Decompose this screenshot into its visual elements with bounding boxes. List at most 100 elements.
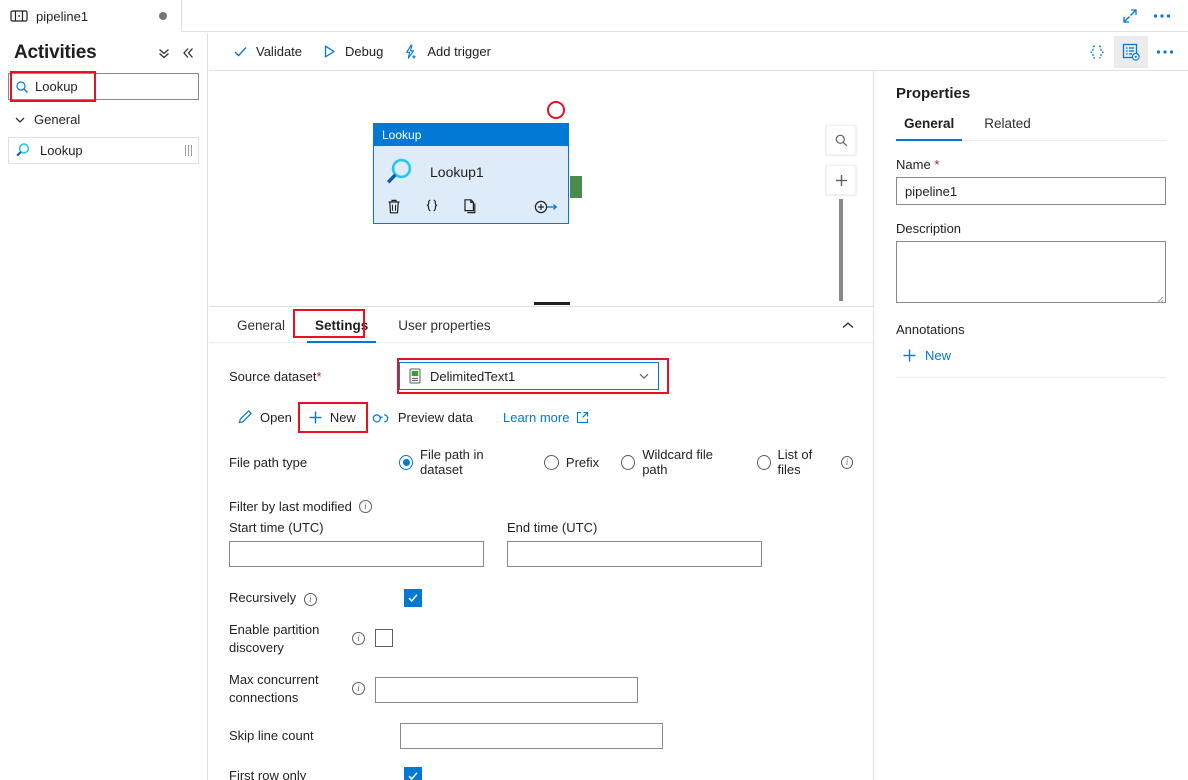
curly-braces-icon[interactable] [424,198,440,215]
max-concurrent-connections-row: Max concurrent connections i [209,671,873,707]
learn-more-link[interactable]: Learn more [495,406,597,429]
tab-general[interactable]: General [229,318,293,342]
radio-file-path-in-dataset[interactable]: File path in dataset [399,447,522,477]
new-dataset-button[interactable]: New [300,406,364,429]
pipeline-description-textarea[interactable] [896,241,1166,303]
recursively-checkbox[interactable] [404,589,422,607]
open-dataset-button[interactable]: Open [229,405,300,429]
preview-data-button[interactable]: Preview data [364,406,481,429]
plus-icon [308,410,323,425]
end-time-input[interactable] [507,541,762,567]
activity-item-lookup[interactable]: Lookup [8,137,199,164]
tab-user-properties[interactable]: User properties [390,318,498,342]
tab-settings[interactable]: Settings [307,318,376,342]
pipeline-name-input[interactable] [896,177,1166,205]
activity-node-lookup1[interactable]: Lookup Lookup1 [373,123,569,224]
max-concurrent-connections-label: Max concurrent connections [229,671,349,707]
settings-more-ellipsis-icon[interactable] [1148,36,1182,68]
info-icon[interactable]: i [304,593,317,606]
play-triangle-icon [322,44,337,59]
name-label: Name * [896,157,1166,172]
tab-pipeline1[interactable]: pipeline1 [0,0,182,32]
end-time-field-group: End time (UTC) [507,520,785,567]
radio-dot [399,455,413,470]
validate-label: Validate [256,44,302,59]
zoom-slider-track[interactable] [839,199,843,305]
file-path-type-row: File path type File path in dataset Pref… [209,447,873,477]
properties-tab-bar: General Related [896,116,1166,141]
collapse-settings-panel-button[interactable] [841,319,855,333]
source-dataset-dropdown[interactable]: DelimitedText1 [399,362,659,390]
command-bar-right [873,33,1188,71]
node-type-label: Lookup [374,124,568,146]
copy-icon[interactable] [462,198,478,215]
sidebar-group-general[interactable]: General [0,100,207,137]
info-icon[interactable]: i [841,456,853,469]
radio-dot [757,455,771,470]
radio-dot [621,455,635,470]
dataset-actions-row: Open New [209,405,873,429]
annotations-label: Annotations [896,322,1166,337]
radio-list-of-files[interactable]: List of files i [757,447,853,477]
external-link-icon [576,411,589,424]
canvas-zoom-controls [826,125,856,195]
skip-line-count-row: Skip line count [209,723,873,749]
lookup-magnifier-icon [15,142,32,159]
description-label: Description [896,221,1166,236]
properties-button[interactable] [1114,36,1148,68]
start-time-input[interactable] [229,541,484,567]
tab-label: pipeline1 [36,9,88,24]
activity-settings-panel: General Settings User properties Source … [209,306,873,780]
activities-sidebar: Activities [0,33,208,780]
first-row-only-checkbox[interactable] [404,767,422,780]
source-dataset-row: Source dataset* DelimitedText1 [209,361,873,391]
info-icon[interactable]: i [352,682,365,695]
skip-line-count-label: Skip line count [229,727,384,745]
add-trigger-button[interactable]: Add trigger [393,36,501,68]
zoom-fit-button[interactable] [826,125,856,155]
drag-grip-icon[interactable] [185,145,192,156]
window-more-ellipsis-icon[interactable] [1146,0,1178,32]
tab-strip-empty-area [182,0,1188,32]
add-trigger-label: Add trigger [427,44,491,59]
radio-dot [544,455,559,470]
recursively-label: Recursively i [229,589,384,607]
search-box[interactable] [8,73,199,100]
properties-tab-related[interactable]: Related [976,116,1039,140]
pipeline-icon [10,9,28,23]
file-path-type-radio-group: File path in dataset Prefix Wildcard fil… [399,447,853,477]
add-annotation-button[interactable]: New [896,342,1166,363]
info-icon[interactable]: i [352,632,365,645]
success-output-connector[interactable] [570,176,582,198]
validate-button[interactable]: Validate [223,36,312,68]
start-time-label: Start time (UTC) [229,520,507,535]
info-icon[interactable]: i [359,500,372,513]
radio-prefix[interactable]: Prefix [544,455,599,470]
debug-button[interactable]: Debug [312,36,393,68]
activities-search-wrap [0,73,207,100]
skip-line-count-input[interactable] [400,723,663,749]
panel-drag-handle[interactable] [534,302,570,305]
window-actions [1114,0,1188,32]
properties-tab-general[interactable]: General [896,116,962,140]
highlight-node-marker [547,101,565,119]
code-view-button[interactable] [1080,36,1114,68]
chevron-double-left-icon[interactable] [181,46,195,60]
chevron-double-down-icon[interactable] [157,46,171,60]
max-concurrent-connections-input[interactable] [375,677,638,703]
enable-partition-discovery-checkbox[interactable] [375,629,393,647]
pipeline-canvas[interactable]: Lookup Lookup1 [209,71,873,305]
properties-panel: Properties General Related Name * Descri… [873,71,1188,780]
settings-tab-bar: General Settings User properties [209,307,873,343]
unsaved-indicator-dot [159,12,167,20]
expand-diagonal-icon[interactable] [1114,0,1146,32]
radio-wildcard-file-path[interactable]: Wildcard file path [621,447,734,477]
properties-title: Properties [896,71,1166,102]
source-dataset-value: DelimitedText1 [430,369,630,384]
zoom-in-button[interactable] [826,165,856,195]
search-input[interactable] [29,78,213,95]
first-row-only-label: First row only [229,767,384,780]
trash-icon[interactable] [386,198,402,215]
add-arrow-icon[interactable] [534,199,558,215]
required-asterisk: * [316,369,321,384]
